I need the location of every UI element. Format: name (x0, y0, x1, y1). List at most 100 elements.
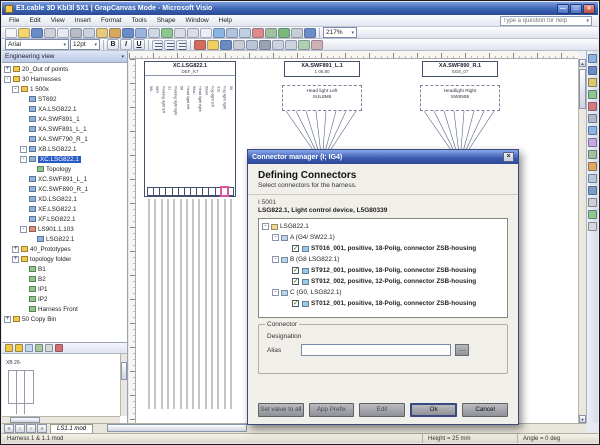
connector-tree-item[interactable]: - A (G4/ SW22.1) (260, 232, 506, 243)
device-icon[interactable] (588, 126, 597, 135)
connector-tree-item[interactable]: - B (G8 LSG822.1) (260, 254, 506, 265)
scrollbar-thumb[interactable] (107, 424, 247, 432)
connector-block-left-headlight[interactable]: XA.SWF891_L.1 1 06.80 (284, 61, 360, 77)
preview-canvas[interactable]: XB 26- (2, 354, 127, 423)
edit-button[interactable]: Edit (359, 403, 405, 417)
menu-item[interactable]: View (46, 16, 70, 25)
project-panel-header[interactable]: Engineering view ▾ (2, 51, 127, 63)
scrollbar-thumb[interactable] (579, 69, 586, 109)
line-weight-icon[interactable] (233, 40, 245, 50)
page-nav-button[interactable]: ‹ (15, 424, 25, 433)
help-icon[interactable] (588, 222, 597, 231)
connector-tree-item[interactable]: - LSG822.1 (260, 221, 506, 232)
preview-horizontal-scrollbar[interactable] (2, 416, 120, 423)
preview-pan-icon[interactable] (45, 344, 53, 352)
font-combo[interactable]: Arial ▾ (5, 39, 69, 50)
tree-item[interactable]: XC.SWF890_R_1 (2, 184, 127, 194)
menu-item[interactable]: Edit (24, 16, 45, 25)
menu-item[interactable]: Shape (152, 16, 181, 25)
help-search-input[interactable] (501, 18, 584, 24)
tree-item[interactable]: XA.LSG822.1 (2, 104, 127, 114)
checkbox-checked-icon[interactable]: ✓ (292, 267, 299, 274)
tree-expander-icon[interactable]: - (272, 289, 279, 296)
underline-button[interactable]: U (133, 39, 145, 50)
menu-item[interactable]: File (4, 16, 24, 25)
tree-item[interactable]: XD.LSG822.1 (2, 194, 127, 204)
redo-icon[interactable] (135, 28, 147, 38)
tree-item[interactable]: + 40_Prototypes (2, 244, 127, 254)
rectangle-tool-icon[interactable] (239, 28, 251, 38)
page-nav-button[interactable]: » (37, 424, 47, 433)
table-icon[interactable] (148, 28, 160, 38)
line-tool-icon[interactable] (226, 28, 238, 38)
fill-color-icon[interactable] (207, 40, 219, 50)
menu-item[interactable]: Format (96, 16, 127, 25)
tree-item[interactable]: ST692 (2, 94, 127, 104)
layers-icon[interactable] (265, 28, 277, 38)
device-box-left-headlight[interactable]: Head light Left SUL8M6 (282, 85, 362, 111)
connector-block-right-headlight[interactable]: XA.SWF890_R.1 SG8_07 (422, 61, 498, 77)
settings-icon[interactable] (588, 210, 597, 219)
preview-zoom-icon[interactable] (25, 344, 33, 352)
table-icon[interactable] (588, 138, 597, 147)
report-icon[interactable] (588, 150, 597, 159)
checkbox-checked-icon[interactable]: ✓ (292, 245, 299, 252)
page-nav-button[interactable]: « (4, 424, 14, 433)
copy-icon[interactable] (83, 28, 95, 38)
canvas-horizontal-scrollbar[interactable] (97, 424, 586, 433)
zoom-combo[interactable]: 217% ▾ (323, 27, 357, 38)
ok-button[interactable]: Ok (410, 403, 458, 417)
set-value-to-all-button[interactable]: Set value to all (258, 403, 304, 417)
dialog-close-button[interactable]: × (503, 152, 514, 162)
tree-item[interactable]: IP2 (2, 294, 127, 304)
font-size-combo[interactable]: 12pt ▾ (70, 39, 100, 50)
connector-tree-item[interactable]: ✓ ST012_001, positive, 18-Polig, connect… (260, 298, 506, 309)
alias-browse-button[interactable]: … (455, 344, 469, 356)
tree-expander-icon[interactable]: - (272, 256, 279, 263)
canvas-vertical-scrollbar[interactable]: ▲ ▼ (578, 59, 586, 423)
menu-item[interactable]: Tools (127, 16, 152, 25)
paste-icon[interactable] (96, 28, 108, 38)
tree-expander-icon[interactable]: - (20, 146, 27, 153)
preview-vertical-scrollbar[interactable] (120, 354, 127, 416)
tree-item[interactable]: LSG822.1 (2, 234, 127, 244)
tree-item[interactable]: - XC.LSG822.1 (2, 154, 127, 164)
connector-tree-item[interactable]: ✓ ST912_002, positive, 12-Polig, connect… (260, 276, 506, 287)
line-color-icon[interactable] (220, 40, 232, 50)
pointer-icon[interactable] (588, 54, 597, 63)
tree-expander-icon[interactable]: + (12, 256, 19, 263)
tree-item[interactable]: XC.SWF891_L_1 (2, 174, 127, 184)
connector-icon[interactable] (588, 114, 597, 123)
scrollbar-thumb[interactable] (121, 362, 127, 380)
tree-item[interactable]: + 50 Copy Bin (2, 314, 127, 324)
tree-expander-icon[interactable]: - (20, 226, 27, 233)
tree-item[interactable]: XA.SWF891_1 (2, 114, 127, 124)
menu-item[interactable]: Insert (70, 16, 96, 25)
page-tab[interactable]: LS1.1 mod (50, 424, 93, 433)
bold-button[interactable]: B (107, 39, 119, 50)
arrow-style-icon[interactable] (246, 40, 258, 50)
tree-expander-icon[interactable]: - (272, 234, 279, 241)
check-icon[interactable] (278, 28, 290, 38)
align-center-button[interactable] (164, 40, 175, 50)
zoom-tool-icon[interactable] (588, 78, 597, 87)
text-tool-icon[interactable] (200, 28, 212, 38)
shadow-icon[interactable] (259, 40, 271, 50)
tree-item[interactable]: XA.SWF891_L_1 (2, 124, 127, 134)
menu-item[interactable]: Window (181, 16, 214, 25)
font-color-icon[interactable] (194, 40, 206, 50)
measure-icon[interactable] (588, 198, 597, 207)
layer-icon[interactable] (588, 174, 597, 183)
format-painter-icon[interactable] (109, 28, 121, 38)
wire-icon[interactable] (588, 90, 597, 99)
help-icon[interactable] (304, 28, 316, 38)
minimize-button[interactable]: — (557, 4, 569, 14)
preview-close-icon[interactable] (55, 344, 63, 352)
color-icon[interactable] (252, 28, 264, 38)
italic-button[interactable]: I (120, 39, 132, 50)
tree-item[interactable]: - 30 Harnesses (2, 74, 127, 84)
page-nav-button[interactable]: › (26, 424, 36, 433)
checkbox-checked-icon[interactable]: ✓ (292, 300, 299, 307)
preview-fit-icon[interactable] (35, 344, 43, 352)
preview-open-icon[interactable] (15, 344, 23, 352)
